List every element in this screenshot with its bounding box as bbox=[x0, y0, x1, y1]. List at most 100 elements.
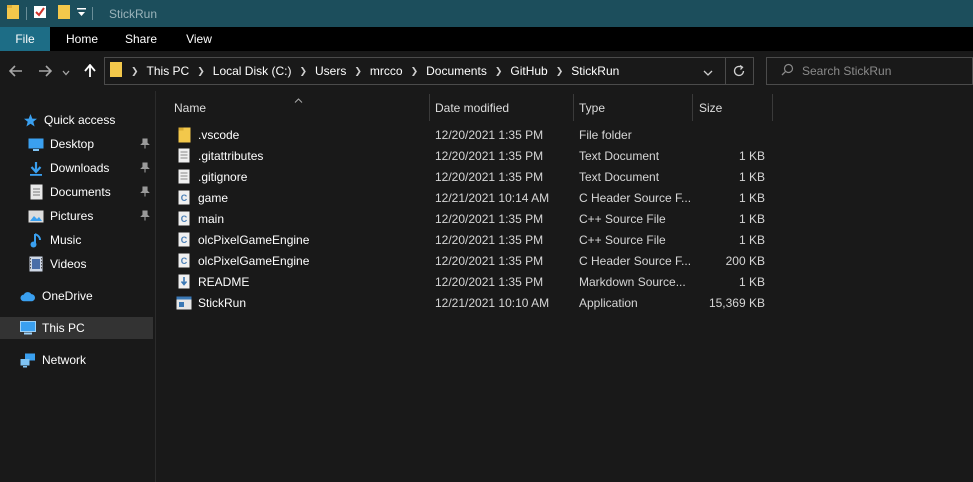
file-date: 12/20/2021 1:35 PM bbox=[435, 232, 544, 247]
sidebar-item-network[interactable]: Network bbox=[0, 349, 153, 371]
search-box[interactable] bbox=[766, 57, 973, 85]
sidebar-item-music[interactable]: Music bbox=[0, 229, 153, 251]
file-type: C++ Source File bbox=[579, 211, 666, 226]
chevron-right-icon[interactable]: ❯ bbox=[552, 66, 568, 77]
c-file-icon: C bbox=[176, 211, 192, 227]
file-date: 12/20/2021 1:35 PM bbox=[435, 127, 544, 142]
pin-icon[interactable] bbox=[140, 210, 150, 224]
breadcrumb-github[interactable]: GitHub bbox=[506, 64, 551, 78]
column-header-type[interactable]: Type bbox=[579, 94, 689, 121]
c-file-icon: C bbox=[176, 190, 192, 206]
file-name: olcPixelGameEngine bbox=[198, 232, 310, 247]
sidebar-item-quick-access[interactable]: Quick access bbox=[0, 109, 153, 131]
text-file-icon bbox=[176, 148, 192, 164]
tab-home[interactable]: Home bbox=[50, 27, 114, 51]
svg-text:C: C bbox=[181, 256, 188, 266]
file-size: 1 KB bbox=[738, 148, 765, 163]
chevron-right-icon[interactable]: ❯ bbox=[350, 66, 366, 77]
customize-toolbar-icon[interactable] bbox=[77, 7, 86, 21]
column-header-date[interactable]: Date modified bbox=[435, 94, 571, 121]
sidebar-item-videos[interactable]: Videos bbox=[0, 253, 153, 275]
sidebar-item-pictures[interactable]: Pictures bbox=[0, 205, 153, 227]
refresh-button[interactable] bbox=[732, 64, 746, 81]
pin-icon[interactable] bbox=[140, 138, 150, 152]
table-row[interactable]: ColcPixelGameEngine 12/20/2021 1:35 PM C… bbox=[172, 250, 772, 271]
sidebar-item-label: This PC bbox=[42, 321, 85, 335]
table-row[interactable]: .gitignore 12/20/2021 1:35 PM Text Docum… bbox=[172, 166, 772, 187]
up-button[interactable] bbox=[81, 63, 99, 81]
file-date: 12/20/2021 1:35 PM bbox=[435, 211, 544, 226]
sidebar-item-label: Music bbox=[50, 233, 82, 247]
file-date: 12/20/2021 1:35 PM bbox=[435, 274, 544, 289]
star-icon bbox=[22, 112, 38, 128]
recent-locations-button[interactable] bbox=[60, 63, 72, 81]
c-file-icon: C bbox=[176, 253, 192, 269]
tab-view[interactable]: View bbox=[168, 27, 230, 51]
breadcrumb-stickrun[interactable]: StickRun bbox=[567, 64, 623, 78]
column-divider[interactable] bbox=[429, 94, 430, 121]
breadcrumb-local-disk[interactable]: Local Disk (C:) bbox=[209, 64, 296, 78]
file-type: Text Document bbox=[579, 169, 660, 184]
title-bar: StickRun bbox=[0, 0, 973, 27]
folder-icon bbox=[176, 127, 192, 143]
chevron-right-icon[interactable]: ❯ bbox=[295, 66, 311, 77]
table-row[interactable]: ColcPixelGameEngine 12/20/2021 1:35 PM C… bbox=[172, 229, 772, 250]
column-header-size[interactable]: Size bbox=[699, 94, 769, 121]
new-folder-icon[interactable] bbox=[57, 4, 71, 23]
breadcrumb-documents[interactable]: Documents bbox=[422, 64, 491, 78]
file-date: 12/20/2021 1:35 PM bbox=[435, 148, 544, 163]
table-row[interactable]: Cmain 12/20/2021 1:35 PM C++ Source File… bbox=[172, 208, 772, 229]
sidebar-item-documents[interactable]: Documents bbox=[0, 181, 153, 203]
breadcrumb-this-pc[interactable]: This PC bbox=[143, 64, 194, 78]
search-input[interactable] bbox=[802, 64, 962, 78]
breadcrumb-users[interactable]: Users bbox=[311, 64, 350, 78]
sidebar-item-label: OneDrive bbox=[42, 289, 93, 303]
file-size: 1 KB bbox=[738, 190, 765, 205]
properties-icon[interactable] bbox=[33, 5, 47, 22]
file-name: README bbox=[198, 274, 250, 289]
chevron-right-icon[interactable]: ❯ bbox=[407, 66, 423, 77]
cloud-icon bbox=[20, 288, 36, 304]
pin-icon[interactable] bbox=[140, 162, 150, 176]
table-row[interactable]: .vscode 12/20/2021 1:35 PM File folder bbox=[172, 124, 772, 145]
folder-icon bbox=[109, 61, 123, 81]
sidebar-item-this-pc[interactable]: This PC bbox=[0, 317, 153, 339]
window-title: StickRun bbox=[109, 6, 158, 21]
sidebar-item-label: Quick access bbox=[44, 113, 116, 127]
table-row[interactable]: StickRun 12/21/2021 10:10 AM Application… bbox=[172, 292, 772, 313]
pictures-icon bbox=[28, 208, 44, 224]
address-divider bbox=[725, 58, 726, 84]
column-divider[interactable] bbox=[692, 94, 693, 121]
table-row[interactable]: .gitattributes 12/20/2021 1:35 PM Text D… bbox=[172, 145, 772, 166]
column-divider[interactable] bbox=[573, 94, 574, 121]
application-icon bbox=[176, 295, 192, 311]
address-bar[interactable]: ❯ This PC ❯ Local Disk (C:) ❯ Users ❯ mr… bbox=[104, 57, 754, 85]
file-size: 1 KB bbox=[738, 211, 765, 226]
chevron-right-icon[interactable]: ❯ bbox=[193, 66, 209, 77]
table-row[interactable]: README 12/20/2021 1:35 PM Markdown Sourc… bbox=[172, 271, 772, 292]
search-icon bbox=[781, 63, 794, 79]
sidebar-item-label: Desktop bbox=[50, 137, 95, 151]
pin-icon[interactable] bbox=[140, 186, 150, 200]
tab-file[interactable]: File bbox=[0, 27, 50, 51]
sidebar-item-downloads[interactable]: Downloads bbox=[0, 157, 153, 179]
arrow-right-icon bbox=[38, 64, 53, 80]
file-size: 15,369 KB bbox=[708, 295, 765, 310]
arrow-left-icon bbox=[8, 64, 23, 80]
table-row[interactable]: Cgame 12/21/2021 10:14 AM C Header Sourc… bbox=[172, 187, 772, 208]
column-header-name[interactable]: Name bbox=[174, 94, 426, 121]
sidebar-item-label: Pictures bbox=[50, 209, 94, 223]
file-name: game bbox=[198, 190, 229, 205]
arrow-up-icon bbox=[84, 63, 96, 81]
file-type: Markdown Source... bbox=[579, 274, 686, 289]
chevron-right-icon[interactable]: ❯ bbox=[491, 66, 507, 77]
address-history-button[interactable] bbox=[703, 66, 713, 80]
column-divider[interactable] bbox=[772, 94, 773, 121]
sidebar-item-onedrive[interactable]: OneDrive bbox=[0, 285, 153, 307]
tab-share[interactable]: Share bbox=[114, 27, 168, 51]
file-name: main bbox=[198, 211, 225, 226]
forward-button[interactable] bbox=[36, 63, 54, 81]
back-button[interactable] bbox=[7, 63, 25, 81]
sidebar-item-desktop[interactable]: Desktop bbox=[0, 133, 153, 155]
breadcrumb-mrcco[interactable]: mrcco bbox=[366, 64, 407, 78]
